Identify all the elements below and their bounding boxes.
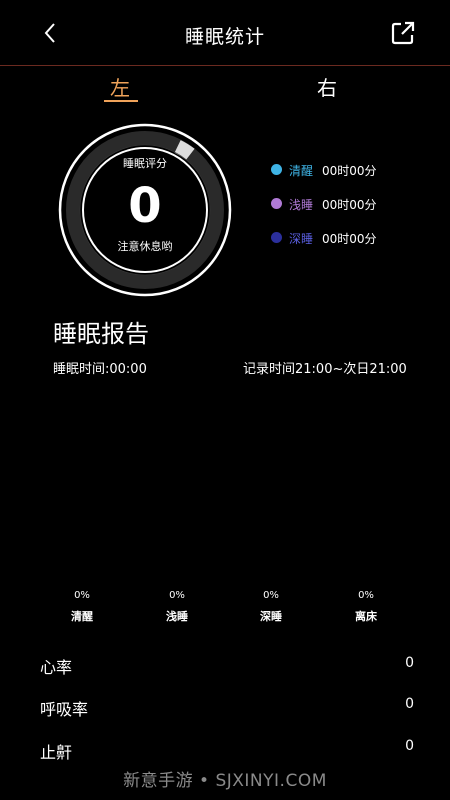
stat-deep-sleep-percent: 0%	[263, 590, 279, 601]
stat-light-sleep-percent: 0%	[169, 590, 185, 601]
report-title: 睡眠报告	[53, 320, 149, 348]
respiration-rate-label: 呼吸率	[40, 700, 89, 719]
stat-light-sleep-label: 浅睡	[166, 610, 188, 623]
stat-out-of-bed-label: 离床	[355, 610, 377, 623]
stat-out-of-bed-percent: 0%	[358, 590, 374, 601]
anti-snore-value: 0	[405, 738, 414, 754]
share-icon	[391, 21, 415, 45]
score-value: 0	[128, 178, 162, 234]
legend-awake-value: 00时00分	[322, 164, 377, 178]
page-title: 睡眠统计	[184, 26, 265, 48]
header-divider	[0, 65, 450, 66]
stat-deep-sleep-label: 深睡	[260, 610, 282, 623]
score-hint: 注意休息哟	[117, 240, 173, 253]
tab-left[interactable]: 左	[110, 72, 130, 101]
anti-snore-label: 止鼾	[40, 743, 73, 762]
legend-deep-sleep-value: 00时00分	[322, 232, 377, 246]
sleep-time: 睡眠时间:00:00	[53, 362, 147, 377]
respiration-rate-value: 0	[405, 696, 414, 712]
legend-deep-sleep-label: 深睡	[289, 232, 314, 246]
record-time: 记录时间21:00~次日21:00	[243, 362, 407, 377]
legend-awake-label: 清醒	[289, 164, 314, 178]
deep-sleep-dot-icon	[271, 232, 282, 243]
score-label: 睡眠评分	[123, 157, 167, 170]
tab-active-indicator	[104, 100, 138, 102]
tab-right[interactable]: 右	[317, 72, 337, 101]
heart-rate-label: 心率	[40, 658, 73, 677]
stat-awake-label: 清醒	[71, 610, 93, 623]
legend-light-sleep-label: 浅睡	[289, 198, 314, 212]
light-sleep-dot-icon	[271, 198, 282, 209]
legend-light-sleep-value: 00时00分	[322, 198, 377, 212]
watermark: 新意手游 • SJXINYI.COM	[123, 771, 327, 791]
awake-dot-icon	[271, 164, 282, 175]
share-button[interactable]	[388, 18, 418, 48]
stat-awake-percent: 0%	[74, 590, 90, 601]
heart-rate-value: 0	[405, 655, 414, 671]
